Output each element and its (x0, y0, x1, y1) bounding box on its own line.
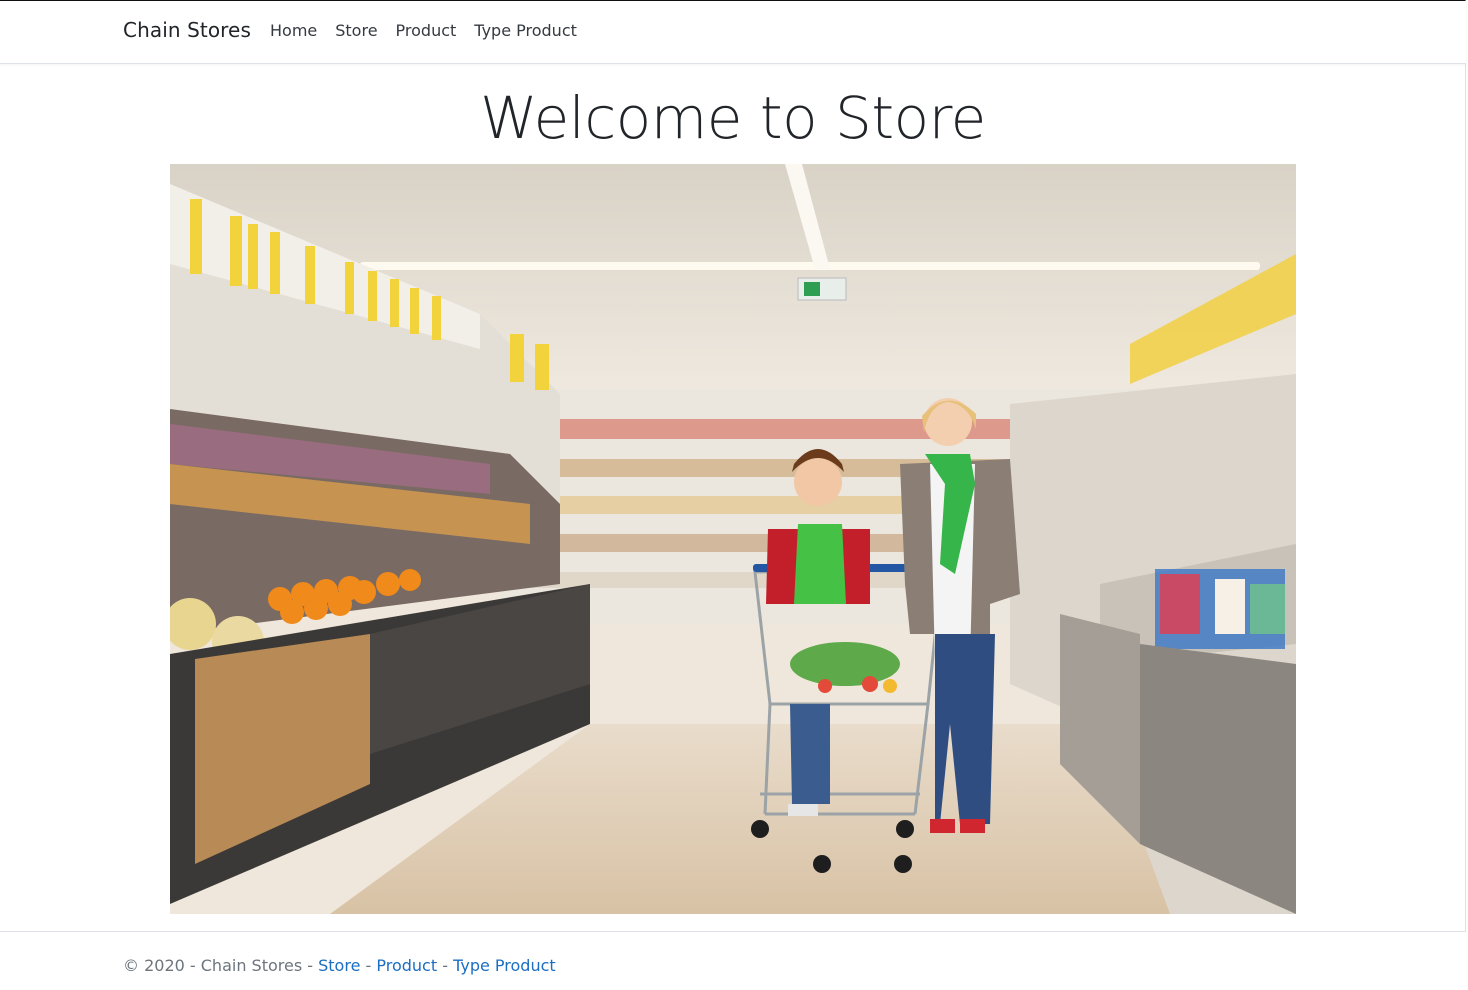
nav-link-product[interactable]: Product (396, 21, 457, 40)
nav-link-store[interactable]: Store (335, 21, 377, 40)
nav-menu: Home Store Product Type Product (270, 21, 595, 40)
footer-link-store[interactable]: Store (318, 956, 360, 975)
page-title: Welcome to Store (480, 84, 986, 152)
page-footer: © 2020 - Chain Stores - Store - Product … (0, 931, 1466, 990)
nav-item-product: Product (396, 21, 457, 40)
footer-separator: - (360, 956, 377, 975)
nav-link-home[interactable]: Home (270, 21, 317, 40)
footer-link-type-product[interactable]: Type Product (453, 956, 556, 975)
nav-item-type-product: Type Product (474, 21, 577, 40)
nav-link-type-product[interactable]: Type Product (474, 21, 577, 40)
hero-image (170, 164, 1296, 914)
nav-item-home: Home (270, 21, 317, 40)
footer-copyright: © 2020 - Chain Stores (123, 956, 303, 975)
nav-item-store: Store (335, 21, 377, 40)
footer-separator: - (437, 956, 454, 975)
footer-link-product[interactable]: Product (376, 956, 437, 975)
top-navbar: Chain Stores Home Store Product Type Pro… (0, 1, 1466, 64)
brand-link[interactable]: Chain Stores (123, 18, 251, 42)
supermarket-illustration (170, 164, 1296, 914)
footer-text: © 2020 - Chain Stores - Store - Product … (123, 956, 556, 975)
footer-separator: - (302, 956, 319, 975)
